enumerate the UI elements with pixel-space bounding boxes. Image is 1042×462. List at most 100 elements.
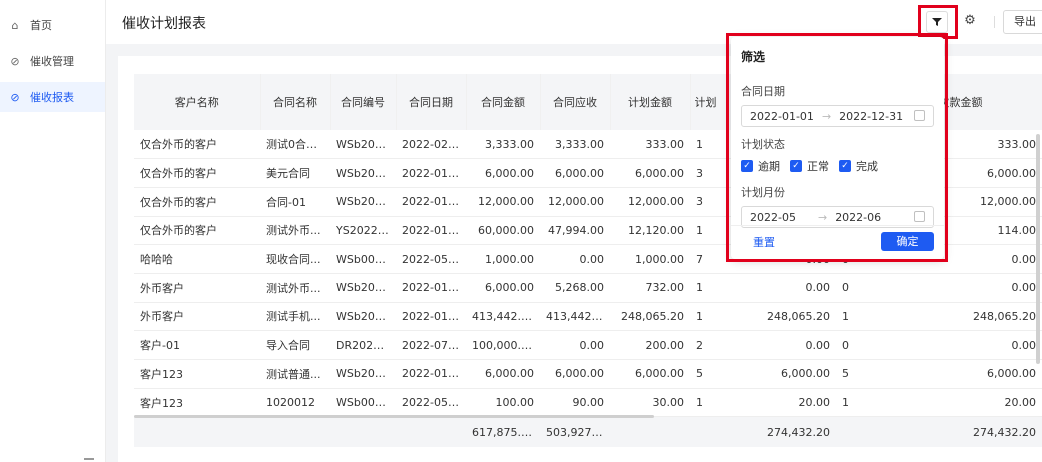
reset-button[interactable]: 重置 [753,234,775,250]
vertical-scrollbar[interactable] [1036,134,1040,364]
column-header[interactable]: 客户名称 [134,74,261,130]
table-cell: WSb2022... [330,302,396,332]
table-cell: 5 [690,359,760,389]
table-cell: 外币客户 [134,302,260,332]
horizontal-scrollbar[interactable] [134,415,654,418]
sidebar-item-label: 催收报表 [30,91,74,104]
contract-date-range-picker[interactable]: 2022-01-01 → 2022-12-31 [741,105,934,127]
table-cell: 客户123 [134,388,260,418]
table-cell: 0.00 [540,244,610,274]
column-header[interactable]: 计划金额 [610,74,691,130]
table-row[interactable]: 客户123 测试普通... WSb2022... 2022-01-... 6,000.0… [134,359,1042,389]
table-cell: 客户123 [134,359,260,389]
table-cell: 200.00 [610,330,690,360]
filter-title: 筛选 [741,50,766,64]
table-cell: 1,000.00 [466,244,540,274]
table-row[interactable]: 客户-01 导入合同 DR20220... 2022-07-... 100,000.00… [134,330,1042,360]
table-cell: 732.00 [610,273,690,303]
sidebar-item-label: 催收管理 [30,55,74,68]
table-cell: 0.00 [760,273,836,303]
table-cell: 0.00 [760,330,836,360]
sidebar-item-collection-report[interactable]: ⊘ 催收报表 [0,82,105,112]
table-cell: 1 [690,273,760,303]
column-header[interactable]: 合同应收 [540,74,611,130]
table-cell: 0 [836,273,912,303]
sidebar-item-label: 首页 [30,19,52,32]
table-cell: 3,333.00 [466,130,540,160]
confirm-button[interactable]: 确定 [881,232,934,251]
table-cell: 6,000.00 [610,158,690,188]
total-cell: 503,927.00 [540,416,610,447]
sidebar-item-home[interactable]: ⌂ 首页 [0,10,105,40]
column-header[interactable]: 合同名称 [260,74,331,130]
table-cell: DR20220... [330,330,396,360]
table-cell: 5,268.00 [540,273,610,303]
sidebar: ⌂ 首页 ⊘ 催收管理 ⊘ 催收报表 [0,0,106,462]
table-cell: 1 [836,302,912,332]
contract-date-end[interactable]: 2022-12-31 [839,110,903,123]
plan-month-end[interactable]: 2022-06 [835,211,881,224]
status-overdue-checkbox[interactable]: ✓ 逾期 [741,158,780,174]
table-cell: 1 [836,388,912,418]
total-cell [610,416,690,447]
table-cell: 0.00 [912,273,1042,303]
collection-icon: ⊘ [10,54,20,68]
column-header[interactable]: 合同日期 [396,74,467,130]
table-cell: 仅合外币的客户 [134,130,260,160]
table-cell: YS202201... [330,216,396,246]
table-cell: 248,065.20 [760,302,836,332]
table-row[interactable]: 外币客户 测试手机... WSb2022... 2022-01-... 413,442.… [134,302,1042,332]
table-cell: 美元合同 [260,158,330,188]
table-cell: 现收合同... [260,244,330,274]
filter-button-highlight [918,5,958,39]
checkmark-icon: ✓ [839,160,851,172]
table-cell: 333.00 [610,130,690,160]
table-cell: 100,000.00 [466,330,540,360]
status-complete-checkbox[interactable]: ✓ 完成 [839,158,878,174]
table-cell: 仅合外币的客户 [134,187,260,217]
total-cell [690,416,760,447]
column-header[interactable]: 合同金额 [466,74,541,130]
total-cell: 617,875.00 [466,416,540,447]
table-cell: 60,000.00 [466,216,540,246]
range-arrow-icon: → [817,210,828,224]
table-cell: WSb2022... [330,158,396,188]
filter-footer: 重置 确定 [731,225,944,259]
table-cell: 6,000.00 [466,359,540,389]
table-cell: 0.00 [912,330,1042,360]
home-icon: ⌂ [11,18,19,32]
table-cell: 测试普通... [260,359,330,389]
collapse-sidebar-icon[interactable] [84,458,94,460]
contract-date-start[interactable]: 2022-01-01 [750,110,814,123]
table-cell: 6,000.00 [540,158,610,188]
table-cell: 2022-01-... [396,302,466,332]
table-row[interactable]: 客户123 1020012 WSb00007 2022-05-... 100.00 90.… [134,388,1042,418]
table-cell: 2022-05-... [396,388,466,418]
table-row[interactable]: 外币客户 测试外币... WSb2022... 2022-01-... 6,000.00… [134,273,1042,303]
table-cell: 100.00 [466,388,540,418]
table-cell: 6,000.00 [540,359,610,389]
column-header[interactable]: 合同编号 [330,74,397,130]
checkbox-label: 逾期 [758,160,780,173]
table-cell: 12,000.00 [466,187,540,217]
gear-icon[interactable]: ⚙ [962,13,978,29]
table-cell: 5 [836,359,912,389]
table-cell: 6,000.00 [912,359,1042,389]
plan-month-start[interactable]: 2022-05 [750,211,796,224]
table-cell: 1020012 [260,388,330,418]
status-normal-checkbox[interactable]: ✓ 正常 [790,158,829,174]
table-cell: 2022-01-... [396,273,466,303]
calendar-icon [914,211,925,222]
sidebar-item-collection-management[interactable]: ⊘ 催收管理 [0,46,105,76]
table-cell: 2022-07-... [396,330,466,360]
table-cell: WSb00007 [330,388,396,418]
export-button[interactable]: 导出 [1003,10,1042,34]
table-cell: WSb2022... [330,187,396,217]
table-cell: 0 [836,330,912,360]
table-cell: 90.00 [540,388,610,418]
checkbox-label: 完成 [856,160,878,173]
filter-popover: 筛选 合同日期 2022-01-01 → 2022-12-31 计划状态 ✓ 逾期… [731,37,944,259]
table-cell: 0.00 [540,330,610,360]
table-cell: 413,442.00 [466,302,540,332]
table-cell: 6,000.00 [466,158,540,188]
